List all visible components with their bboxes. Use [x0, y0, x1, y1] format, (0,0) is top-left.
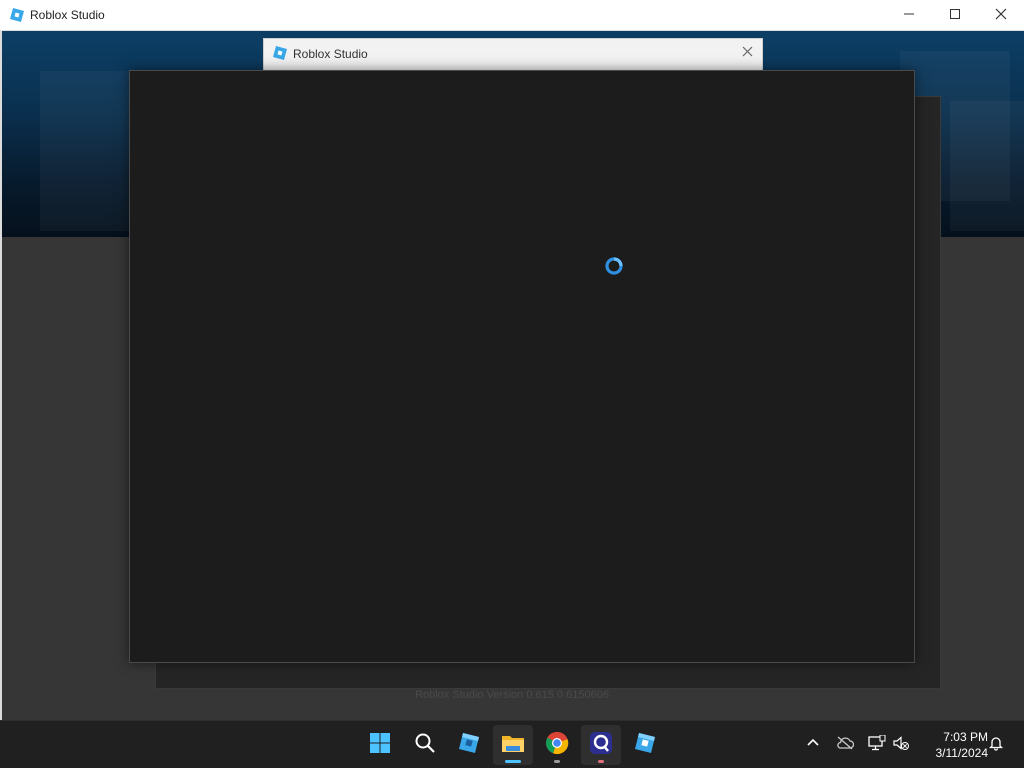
- network-icon: [868, 734, 886, 756]
- notifications-button[interactable]: [986, 735, 1006, 755]
- secondary-window[interactable]: Roblox Studio: [263, 38, 763, 71]
- clock-time: 7:03 PM: [943, 730, 988, 744]
- version-text: Roblox Studio Version 0.615.0.6150606: [415, 689, 609, 701]
- loading-spinner-icon: [604, 256, 624, 276]
- windows-icon: [369, 732, 391, 759]
- close-icon: [995, 7, 1007, 25]
- close-button[interactable]: [978, 0, 1024, 31]
- minimize-icon: [903, 7, 915, 25]
- roblox-studio-icon: [273, 46, 287, 60]
- version-label: Roblox Studio Version 0.615.0.6150606: [0, 689, 1024, 701]
- show-hidden-icons-button[interactable]: [803, 735, 823, 755]
- onedrive-tray-button[interactable]: [835, 735, 855, 755]
- taskbar-file-explorer[interactable]: [493, 725, 533, 765]
- taskbar-roblox-studio[interactable]: [625, 725, 665, 765]
- main-titlebar[interactable]: Roblox Studio: [0, 0, 1024, 31]
- taskbar: 7:03 PM 3/11/2024: [0, 720, 1024, 768]
- taskbar-roblox[interactable]: [449, 725, 489, 765]
- taskbar-app[interactable]: [581, 725, 621, 765]
- maximize-button[interactable]: [932, 0, 978, 31]
- app-icon: [589, 731, 613, 760]
- network-tray-button[interactable]: [867, 734, 887, 756]
- cloud-offline-icon: [836, 736, 855, 755]
- taskbar-chrome[interactable]: [537, 725, 577, 765]
- roblox-studio-icon: [634, 732, 656, 759]
- start-button[interactable]: [360, 725, 400, 765]
- window-edge: [0, 31, 2, 720]
- roblox-studio-icon: [10, 8, 24, 22]
- folder-icon: [501, 732, 525, 759]
- bell-icon: [988, 735, 1004, 756]
- running-indicator: [598, 760, 604, 763]
- minimize-button[interactable]: [886, 0, 932, 31]
- secondary-close-button[interactable]: [738, 44, 756, 62]
- volume-tray-button[interactable]: [891, 735, 911, 755]
- search-button[interactable]: [405, 725, 445, 765]
- close-icon: [742, 44, 753, 62]
- running-indicator: [554, 760, 560, 763]
- secondary-window-title: Roblox Studio: [293, 47, 368, 61]
- chevron-up-icon: [806, 736, 820, 755]
- chrome-icon: [545, 731, 569, 760]
- search-icon: [414, 732, 436, 759]
- window-title: Roblox Studio: [30, 8, 105, 22]
- volume-muted-icon: [892, 735, 910, 756]
- active-indicator: [505, 760, 521, 763]
- clock-date: 3/11/2024: [935, 746, 989, 760]
- roblox-icon: [458, 732, 480, 759]
- system-clock[interactable]: 7:03 PM 3/11/2024: [918, 729, 989, 761]
- loading-dialog: [129, 70, 915, 663]
- maximize-icon: [949, 7, 961, 25]
